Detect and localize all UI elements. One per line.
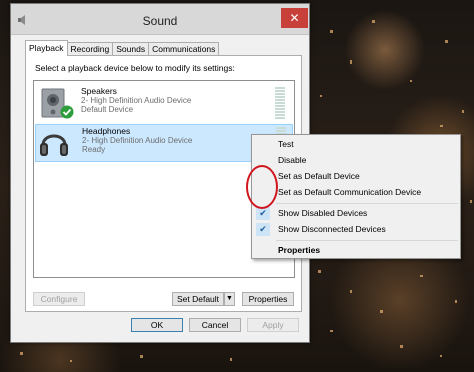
volume-level-meter xyxy=(275,87,285,119)
device-status: Ready xyxy=(82,145,106,154)
tab-strip: Playback Recording Sounds Communications xyxy=(25,40,220,56)
menu-item-label: Set as Default Communication Device xyxy=(278,187,422,197)
device-context-menu: Test Disable Set as Default Device Set a… xyxy=(251,134,461,259)
device-description: 2- High Definition Audio Device xyxy=(81,96,192,105)
cancel-button[interactable]: Cancel xyxy=(189,318,241,332)
set-default-button[interactable]: Set Default xyxy=(172,292,224,306)
tab-recording[interactable]: Recording xyxy=(66,42,114,56)
tab-sounds[interactable]: Sounds xyxy=(112,42,150,56)
title-bar[interactable]: Sound ✕ xyxy=(11,4,309,35)
menu-item-label: Test xyxy=(278,139,294,149)
menu-item-label: Properties xyxy=(278,245,321,255)
menu-item-label: Set as Default Device xyxy=(278,171,360,181)
set-default-dropdown-arrow[interactable]: ▼ xyxy=(224,292,235,306)
menu-item-show-disconnected-devices[interactable]: ✔ Show Disconnected Devices xyxy=(253,222,459,237)
menu-separator xyxy=(276,203,458,204)
menu-item-set-default-device[interactable]: Set as Default Device xyxy=(253,169,459,184)
device-status: Default Device xyxy=(81,105,134,114)
ok-button[interactable]: OK xyxy=(131,318,183,332)
menu-item-label: Show Disconnected Devices xyxy=(278,224,386,234)
menu-item-properties[interactable]: Properties xyxy=(253,243,459,258)
properties-button[interactable]: Properties xyxy=(242,292,294,306)
checkmark-icon: ✔ xyxy=(256,223,270,236)
red-annotation-ellipse xyxy=(246,165,278,209)
default-check-icon xyxy=(60,105,74,119)
menu-item-label: Disable xyxy=(278,155,307,165)
menu-item-set-default-communication-device[interactable]: Set as Default Communication Device xyxy=(253,185,459,200)
headphones-icon xyxy=(40,134,68,156)
instructions-text: Select a playback device below to modify… xyxy=(35,63,235,73)
tab-communications[interactable]: Communications xyxy=(148,42,220,56)
close-button[interactable]: ✕ xyxy=(281,8,308,28)
menu-item-disable[interactable]: Disable xyxy=(253,153,459,168)
list-item-speakers[interactable]: Speakers 2- High Definition Audio Device… xyxy=(35,85,293,123)
tab-playback[interactable]: Playback xyxy=(25,40,68,56)
menu-separator xyxy=(276,240,458,241)
configure-button[interactable]: Configure xyxy=(33,292,85,306)
menu-item-test[interactable]: Test xyxy=(253,137,459,152)
device-name: Speakers xyxy=(81,86,117,96)
window-title: Sound xyxy=(142,14,178,28)
device-description: 2- High Definition Audio Device xyxy=(82,136,193,145)
menu-item-label: Show Disabled Devices xyxy=(278,208,368,218)
device-name: Headphones xyxy=(82,126,131,136)
apply-button[interactable]: Apply xyxy=(247,318,299,332)
menu-item-show-disabled-devices[interactable]: ✔ Show Disabled Devices xyxy=(253,206,459,221)
